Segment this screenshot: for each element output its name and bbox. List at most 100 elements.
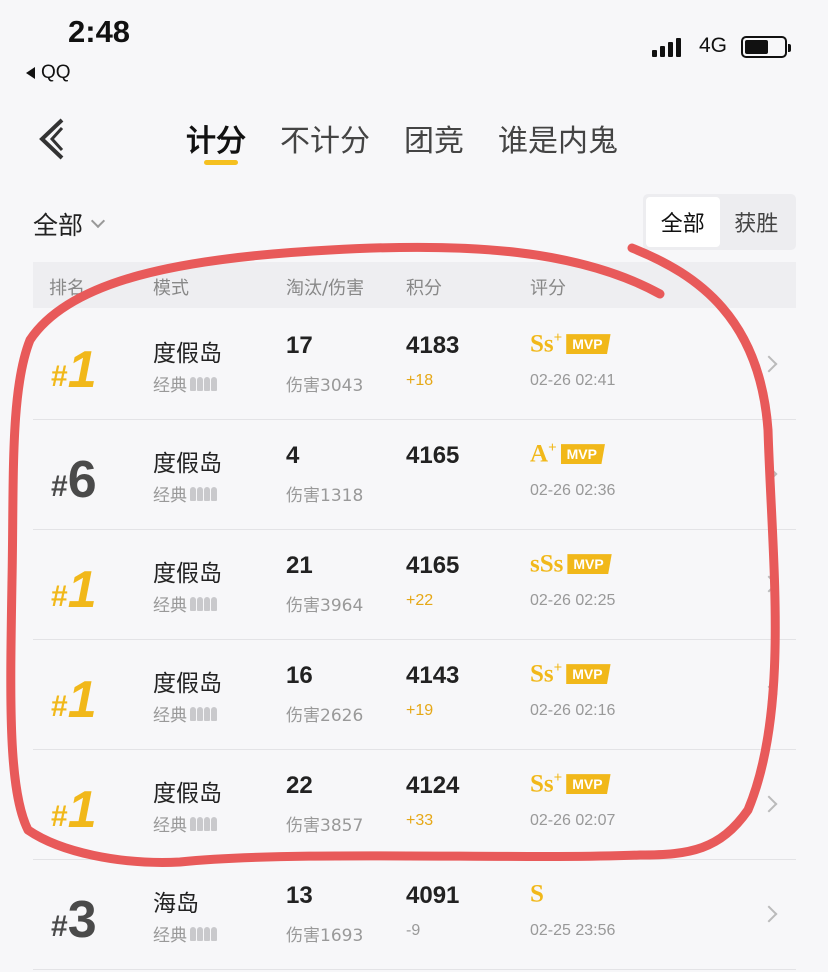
cellular-signal-icon bbox=[652, 38, 681, 57]
damage-value: 伤害3964 bbox=[286, 596, 364, 616]
filter-dropdown[interactable]: 全部 bbox=[33, 206, 106, 242]
rank-badge: # 1 bbox=[51, 664, 121, 726]
chevron-right-icon bbox=[760, 465, 778, 483]
match-time: 02-26 02:07 bbox=[530, 812, 616, 829]
kills-count: 22 bbox=[286, 772, 313, 799]
back-app-label: QQ bbox=[41, 62, 71, 83]
score-delta: -9 bbox=[406, 922, 421, 939]
score-value: 4165 bbox=[406, 442, 460, 469]
rank-hash: # bbox=[51, 800, 68, 833]
segment-all[interactable]: 全部 bbox=[646, 197, 720, 247]
chevron-right-icon bbox=[760, 685, 778, 703]
rank-badge: # 6 bbox=[51, 444, 121, 506]
match-row[interactable]: # 6 度假岛 经典 4 伤害1318 4165 A+ MVP 02-26 02… bbox=[33, 420, 796, 530]
score-delta: +19 bbox=[406, 702, 434, 719]
chevron-right-icon bbox=[760, 575, 778, 593]
tab-scored[interactable]: 计分 bbox=[186, 116, 246, 165]
mode-sub: 经典 bbox=[153, 481, 217, 506]
header-rating: 评分 bbox=[530, 278, 566, 299]
tab-scored-label: 计分 bbox=[186, 124, 246, 159]
mode-name: 海岛 bbox=[153, 891, 199, 917]
segment-win[interactable]: 获胜 bbox=[720, 197, 794, 247]
mode-type: 经典 bbox=[153, 486, 187, 506]
squad-people-icon bbox=[190, 816, 217, 831]
match-row[interactable]: # 3 海岛 经典 13 伤害1693 4091 -9 S 02-25 23:5… bbox=[33, 860, 796, 970]
damage-value: 伤害3043 bbox=[286, 376, 364, 396]
active-tab-indicator bbox=[204, 160, 238, 165]
chevron-right-icon bbox=[760, 355, 778, 373]
match-row[interactable]: # 1 度假岛 经典 22 伤害3857 4124 +33 Ss+ MVP 02… bbox=[33, 750, 796, 860]
rank-number: 1 bbox=[67, 561, 97, 619]
mode-type: 经典 bbox=[153, 706, 187, 726]
grade-letter: Ss+ bbox=[530, 660, 563, 688]
rank-hash: # bbox=[51, 580, 68, 613]
mode-type: 经典 bbox=[153, 816, 187, 836]
match-time: 02-26 02:41 bbox=[530, 372, 616, 389]
score-delta: +18 bbox=[406, 372, 434, 389]
rating: Ss+ MVP bbox=[530, 660, 611, 688]
match-row[interactable]: # 1 度假岛 经典 17 伤害3043 4183 +18 Ss+ MVP 02… bbox=[33, 310, 796, 420]
rank-number: 1 bbox=[67, 671, 97, 729]
match-row[interactable]: # 1 度假岛 经典 21 伤害3964 4165 +22 sSs MVP 02… bbox=[33, 530, 796, 640]
rating: Ss+ MVP bbox=[530, 770, 611, 798]
filter-dropdown-label: 全部 bbox=[33, 211, 84, 240]
tab-impostor-label: 谁是内鬼 bbox=[498, 124, 618, 159]
rating: S bbox=[530, 880, 544, 908]
header-mode: 模式 bbox=[153, 278, 189, 299]
kills-count: 16 bbox=[286, 662, 313, 689]
mode-sub: 经典 bbox=[153, 591, 217, 616]
score-value: 4143 bbox=[406, 662, 460, 689]
rank-hash: # bbox=[51, 690, 68, 723]
rating: Ss+ MVP bbox=[530, 330, 611, 358]
chevron-down-icon bbox=[90, 213, 106, 229]
mvp-badge: MVP bbox=[566, 774, 611, 795]
score-value: 4165 bbox=[406, 552, 460, 579]
status-bar: 2:48 QQ 4G bbox=[0, 0, 828, 95]
rank-badge: # 1 bbox=[51, 334, 121, 396]
header-score: 积分 bbox=[406, 278, 442, 299]
match-time: 02-26 02:16 bbox=[530, 702, 616, 719]
status-time: 2:48 bbox=[68, 14, 131, 49]
tab-impostor[interactable]: 谁是内鬼 bbox=[498, 116, 618, 160]
score-value: 4124 bbox=[406, 772, 460, 799]
damage-value: 伤害3857 bbox=[286, 816, 364, 836]
rank-hash: # bbox=[51, 470, 68, 503]
mode-sub: 经典 bbox=[153, 371, 217, 396]
squad-people-icon bbox=[190, 486, 217, 501]
grade-letter: A+ bbox=[530, 440, 557, 468]
mvp-badge: MVP bbox=[566, 334, 611, 355]
mode-type: 经典 bbox=[153, 596, 187, 616]
battery-icon bbox=[741, 36, 791, 58]
rank-number: 3 bbox=[67, 891, 97, 949]
mode-name: 度假岛 bbox=[153, 451, 222, 477]
match-list: # 1 度假岛 经典 17 伤害3043 4183 +18 Ss+ MVP 02… bbox=[33, 310, 796, 970]
mode-type: 经典 bbox=[153, 926, 187, 946]
score-value: 4183 bbox=[406, 332, 460, 359]
tab-unscored[interactable]: 不计分 bbox=[280, 116, 370, 160]
mode-sub: 经典 bbox=[153, 811, 217, 836]
match-time: 02-25 23:56 bbox=[530, 922, 616, 939]
rank-hash: # bbox=[51, 360, 68, 393]
mode-name: 度假岛 bbox=[153, 781, 222, 807]
mvp-badge: MVP bbox=[566, 664, 611, 685]
back-to-app-link[interactable]: QQ bbox=[26, 62, 71, 84]
chevron-right-icon bbox=[760, 795, 778, 813]
chevron-right-icon bbox=[760, 905, 778, 923]
tab-team-battle[interactable]: 团竞 bbox=[404, 116, 464, 160]
grade-letter: Ss+ bbox=[530, 330, 563, 358]
back-arrow-icon[interactable] bbox=[36, 116, 76, 162]
squad-people-icon bbox=[190, 926, 217, 941]
rank-badge: # 1 bbox=[51, 774, 121, 836]
squad-people-icon bbox=[190, 376, 217, 391]
kills-count: 4 bbox=[286, 442, 300, 469]
mode-tabs: 计分 不计分 团竞 谁是内鬼 bbox=[186, 116, 618, 165]
header-kills: 淘汰/伤害 bbox=[286, 278, 365, 299]
kills-count: 21 bbox=[286, 552, 313, 579]
match-row[interactable]: # 1 度假岛 经典 16 伤害2626 4143 +19 Ss+ MVP 02… bbox=[33, 640, 796, 750]
match-time: 02-26 02:25 bbox=[530, 592, 616, 609]
mode-type: 经典 bbox=[153, 376, 187, 396]
mvp-badge: MVP bbox=[560, 444, 605, 465]
rank-badge: # 3 bbox=[51, 884, 121, 946]
table-header: 排名 模式 淘汰/伤害 积分 评分 bbox=[33, 262, 796, 308]
tab-unscored-label: 不计分 bbox=[280, 124, 370, 159]
